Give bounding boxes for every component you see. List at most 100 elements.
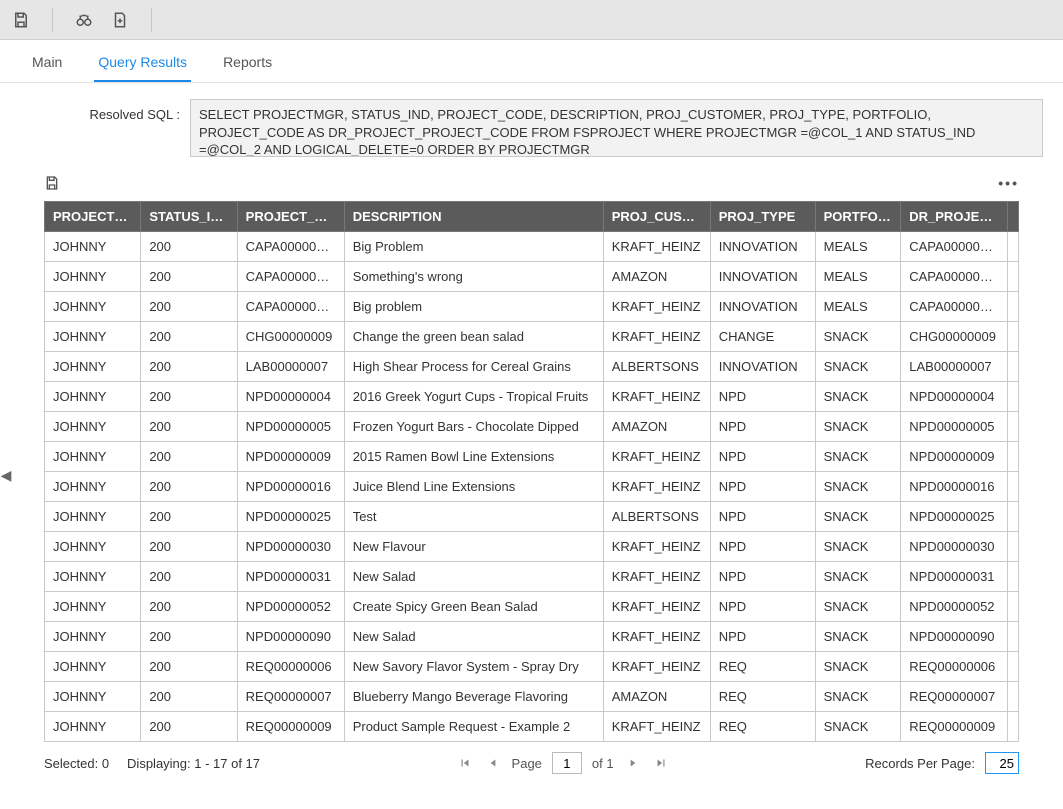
cell-pm[interactable]: JOHNNY [45, 352, 141, 382]
last-page-icon[interactable] [652, 754, 670, 772]
cell-pf[interactable]: SNACK [815, 532, 901, 562]
col-description[interactable]: DESCRIPTION [344, 202, 603, 232]
table-row[interactable]: JOHNNY200NPD000000042016 Greek Yogurt Cu… [45, 382, 1019, 412]
cell-pf[interactable]: SNACK [815, 502, 901, 532]
cell-pt[interactable]: REQ [710, 682, 815, 712]
table-row[interactable]: JOHNNY200REQ00000009Product Sample Reque… [45, 712, 1019, 742]
cell-cu[interactable]: ALBERTSONS [603, 502, 710, 532]
table-row[interactable]: JOHNNY200REQ00000007Blueberry Mango Beve… [45, 682, 1019, 712]
cell-cu[interactable]: KRAFT_HEINZ [603, 442, 710, 472]
cell-ds[interactable]: Test [344, 502, 603, 532]
cell-dr[interactable]: CAPA00000005 [901, 292, 1008, 322]
cell-cu[interactable]: KRAFT_HEINZ [603, 622, 710, 652]
cell-ds[interactable]: High Shear Process for Cereal Grains [344, 352, 603, 382]
table-row[interactable]: JOHNNY200NPD00000005Frozen Yogurt Bars -… [45, 412, 1019, 442]
cell-pm[interactable]: JOHNNY [45, 442, 141, 472]
cell-dr[interactable]: NPD00000030 [901, 532, 1008, 562]
cell-ds[interactable]: New Salad [344, 622, 603, 652]
col-status-ind[interactable]: STATUS_IND [141, 202, 237, 232]
cell-st[interactable]: 200 [141, 712, 237, 742]
cell-pc[interactable]: REQ00000006 [237, 652, 344, 682]
cell-dr[interactable]: CAPA00000004 [901, 262, 1008, 292]
cell-dr[interactable]: REQ00000006 [901, 652, 1008, 682]
cell-st[interactable]: 200 [141, 322, 237, 352]
table-row[interactable]: JOHNNY200 NPD00000025 TestALBERTSONSNPDSNA… [45, 502, 1019, 532]
cell-ds[interactable]: Change the green bean salad [344, 322, 603, 352]
cell-pt[interactable]: NPD [710, 442, 815, 472]
cell-st[interactable]: 200 [141, 232, 237, 262]
cell-cu[interactable]: KRAFT_HEINZ [603, 652, 710, 682]
cell-ds[interactable]: Create Spicy Green Bean Salad [344, 592, 603, 622]
cell-pc[interactable]: REQ00000007 [237, 682, 344, 712]
cell-pc[interactable]: CHG00000009 [237, 322, 344, 352]
first-page-icon[interactable] [456, 754, 474, 772]
cell-dr[interactable]: NPD00000009 [901, 442, 1008, 472]
cell-st[interactable]: 200 [141, 682, 237, 712]
cell-cu[interactable]: KRAFT_HEINZ [603, 322, 710, 352]
cell-pm[interactable]: JOHNNY [45, 652, 141, 682]
cell-pc[interactable]: CAPA00000005 [237, 292, 344, 322]
table-row[interactable]: JOHNNY200LAB00000007High Shear Process f… [45, 352, 1019, 382]
cell-cu[interactable]: ALBERTSONS [603, 352, 710, 382]
cell-pt[interactable]: NPD [710, 502, 815, 532]
cell-pt[interactable]: NPD [710, 592, 815, 622]
next-page-icon[interactable] [624, 754, 642, 772]
table-row[interactable]: JOHNNY200NPD00000031New SaladKRAFT_HEINZ… [45, 562, 1019, 592]
cell-dr[interactable]: CAPA00000003 [901, 232, 1008, 262]
col-portfolio[interactable]: PORTFOLIO [815, 202, 901, 232]
col-proj-customer[interactable]: PROJ_CUS… [603, 202, 710, 232]
cell-dr[interactable]: LAB00000007 [901, 352, 1008, 382]
cell-st[interactable]: 200 [141, 622, 237, 652]
cell-dr[interactable]: NPD00000090 [901, 622, 1008, 652]
cell-st[interactable]: 200 [141, 382, 237, 412]
cell-cu[interactable]: KRAFT_HEINZ [603, 472, 710, 502]
cell-pm[interactable]: JOHNNY [45, 502, 141, 532]
new-file-icon[interactable] [111, 11, 129, 29]
cell-cu[interactable]: KRAFT_HEINZ [603, 232, 710, 262]
col-proj-type[interactable]: PROJ_TYPE [710, 202, 815, 232]
table-row[interactable]: JOHNNY200CAPA00000005Big problemKRAFT_HE… [45, 292, 1019, 322]
cell-dr[interactable]: CHG00000009 [901, 322, 1008, 352]
more-options-icon[interactable]: ••• [998, 175, 1019, 191]
cell-pf[interactable]: SNACK [815, 322, 901, 352]
prev-page-icon[interactable] [484, 754, 502, 772]
table-row[interactable]: JOHNNY200 NPD00000009 2015 Ramen Bowl Line… [45, 442, 1019, 472]
cell-dr[interactable]: REQ00000009 [901, 712, 1008, 742]
table-row[interactable]: JOHNNY200CAPA00000003Big ProblemKRAFT_HE… [45, 232, 1019, 262]
cell-dr[interactable]: NPD00000025 [901, 502, 1008, 532]
cell-pt[interactable]: REQ [710, 712, 815, 742]
cell-pm[interactable]: JOHNNY [45, 562, 141, 592]
cell-pf[interactable]: SNACK [815, 712, 901, 742]
cell-pm[interactable]: JOHNNY [45, 472, 141, 502]
cell-pt[interactable]: INNOVATION [710, 262, 815, 292]
cell-pf[interactable]: SNACK [815, 412, 901, 442]
cell-cu[interactable]: KRAFT_HEINZ [603, 532, 710, 562]
cell-pm[interactable]: JOHNNY [45, 292, 141, 322]
table-row[interactable]: JOHNNY200NPD00000016Juice Blend Line Ext… [45, 472, 1019, 502]
table-row[interactable]: JOHNNY200NPD00000090New SaladKRAFT_HEINZ… [45, 622, 1019, 652]
cell-pm[interactable]: JOHNNY [45, 262, 141, 292]
cell-st[interactable]: 200 [141, 292, 237, 322]
cell-st[interactable]: 200 [141, 502, 237, 532]
page-input[interactable] [552, 752, 582, 774]
cell-pf[interactable]: SNACK [815, 472, 901, 502]
cell-pt[interactable]: INNOVATION [710, 232, 815, 262]
cell-pm[interactable]: JOHNNY [45, 712, 141, 742]
cell-st[interactable]: 200 [141, 412, 237, 442]
cell-pf[interactable]: SNACK [815, 442, 901, 472]
cell-ds[interactable]: New Flavour [344, 532, 603, 562]
cell-dr[interactable]: NPD00000005 [901, 412, 1008, 442]
cell-ds[interactable]: 2016 Greek Yogurt Cups - Tropical Fruits [344, 382, 603, 412]
cell-ds[interactable]: 2015 Ramen Bowl Line Extensions [344, 442, 603, 472]
cell-st[interactable]: 200 [141, 442, 237, 472]
cell-st[interactable]: 200 [141, 592, 237, 622]
cell-pc[interactable]: NPD00000031 [237, 562, 344, 592]
cell-st[interactable]: 200 [141, 352, 237, 382]
cell-pc[interactable]: LAB00000007 [237, 352, 344, 382]
records-per-page-input[interactable] [985, 752, 1019, 774]
cell-pf[interactable]: MEALS [815, 292, 901, 322]
cell-ds[interactable]: Big Problem [344, 232, 603, 262]
cell-pm[interactable]: JOHNNY [45, 592, 141, 622]
cell-pm[interactable]: JOHNNY [45, 682, 141, 712]
cell-pt[interactable]: NPD [710, 622, 815, 652]
